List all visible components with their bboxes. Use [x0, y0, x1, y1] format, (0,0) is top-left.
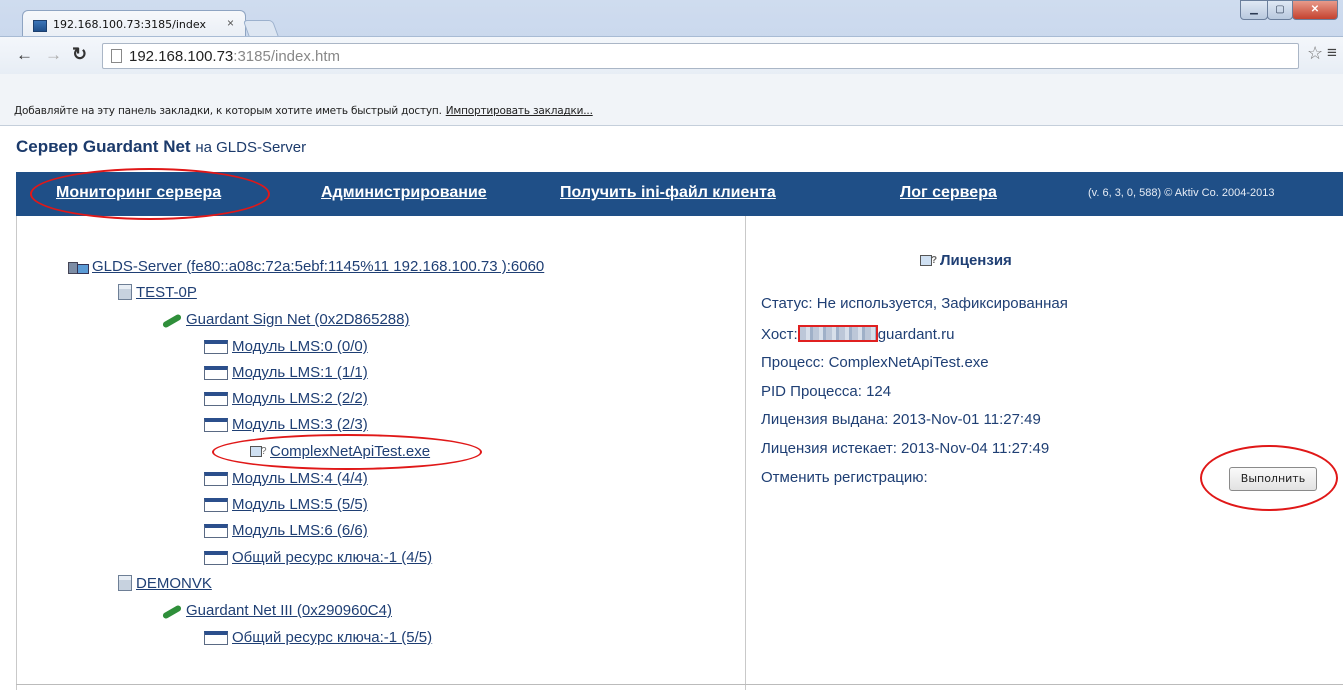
module-icon [204, 418, 228, 432]
tree-module-node[interactable]: Модуль LMS:5 (5/5) [204, 496, 368, 513]
back-arrow-icon[interactable]: ← [16, 45, 33, 65]
import-bookmarks-link[interactable]: Импортировать закладки... [446, 105, 593, 117]
host-icon [118, 284, 132, 300]
license-icon [920, 255, 937, 268]
maximize-icon[interactable]: ▢ [1267, 0, 1293, 20]
module-icon [204, 524, 228, 538]
bottom-rule [16, 684, 1343, 685]
close-tab-icon[interactable]: × [227, 16, 234, 30]
browser-toolbar: ← → ↻ 192.168.100.73:3185/index.htm ☆ ≡ [0, 36, 1343, 74]
url-text: 192.168.100.73:3185/index.htm [129, 48, 341, 65]
bookmark-star-icon[interactable]: ☆ [1307, 43, 1323, 64]
bookmarks-hint: Добавляйте на эту панель закладки, к кот… [14, 105, 593, 117]
redacted-host [797, 325, 878, 342]
tab-strip: 192.168.100.73:3185/index × ▁ ▢ ✕ [0, 0, 1343, 38]
tab-title: 192.168.100.73:3185/index [53, 18, 206, 31]
bookmarks-bar: Добавляйте на эту панель закладки, к кот… [0, 74, 1343, 126]
tree-host-node[interactable]: TEST-0P [118, 284, 197, 301]
license-issued: Лицензия выдана: 2013-Nov-01 11:27:49 [761, 411, 1041, 428]
tree-module-node[interactable]: Модуль LMS:2 (2/2) [204, 390, 368, 407]
tree-host-node[interactable]: DEMONVK [118, 575, 212, 592]
tree-module-node[interactable]: Общий ресурс ключа:-1 (4/5) [204, 549, 432, 566]
window-controls: ▁ ▢ ✕ [1240, 0, 1340, 22]
reload-icon[interactable]: ↻ [72, 44, 87, 65]
host-icon [118, 575, 132, 591]
license-status: Статус: Не используется, Зафиксированная [761, 295, 1068, 312]
tree-module-node[interactable]: Модуль LMS:3 (2/3) [204, 416, 368, 433]
unregister-label: Отменить регистрацию: [761, 469, 928, 486]
module-icon [204, 340, 228, 354]
license-expires: Лицензия истекает: 2013-Nov-04 11:27:49 [761, 440, 1050, 457]
module-icon [204, 631, 228, 645]
tree-module-node[interactable]: Модуль LMS:6 (6/6) [204, 522, 368, 539]
minimize-icon[interactable]: ▁ [1240, 0, 1268, 20]
module-icon [204, 366, 228, 380]
tree-client-node[interactable]: ComplexNetApiTest.exe [250, 443, 430, 460]
tree-module-node[interactable]: Модуль LMS:1 (1/1) [204, 364, 368, 381]
tree-module-node[interactable]: Модуль LMS:4 (4/4) [204, 470, 368, 487]
tree-server-node[interactable]: GLDS-Server (fe80::a08c:72a:5ebf:1145%11… [68, 258, 544, 275]
browser-tab[interactable]: 192.168.100.73:3185/index × [22, 10, 246, 38]
nav-server-log-link[interactable]: Лог сервера [900, 184, 997, 202]
license-title: Лицензия [920, 252, 1012, 269]
module-icon [204, 551, 228, 565]
module-icon [204, 392, 228, 406]
panel-divider [745, 216, 746, 690]
close-window-icon[interactable]: ✕ [1292, 0, 1338, 20]
menu-icon[interactable]: ≡ [1327, 43, 1337, 63]
license-host: Хост: guardant.ru [761, 325, 955, 343]
license-pid: PID Процесса: 124 [761, 383, 892, 400]
page-title: Сервер Guardant Net на GLDS-Server [16, 137, 307, 156]
page-icon [111, 49, 122, 63]
tree-key-node[interactable]: Guardant Sign Net (0x2D865288) [162, 311, 409, 328]
browser-chrome: 192.168.100.73:3185/index × ▁ ▢ ✕ ← → ↻ … [0, 0, 1343, 126]
server-icon [68, 260, 89, 274]
main-navbar: Мониторинг сервера Администрирование Пол… [16, 172, 1343, 216]
version-text: (v. 6, 3, 0, 588) © Aktiv Co. 2004-2013 [1088, 187, 1275, 199]
license-process: Процесс: ComplexNetApiTest.exe [761, 354, 989, 371]
nav-administration-link[interactable]: Администрирование [321, 184, 487, 202]
nav-monitoring-link[interactable]: Мониторинг сервера [56, 184, 221, 202]
favicon-icon [33, 20, 47, 32]
tree-module-node[interactable]: Общий ресурс ключа:-1 (5/5) [204, 629, 432, 646]
address-bar[interactable]: 192.168.100.73:3185/index.htm [102, 43, 1299, 69]
client-process-icon [250, 446, 267, 459]
module-icon [204, 498, 228, 512]
module-icon [204, 472, 228, 486]
tree-key-node[interactable]: Guardant Net III (0x290960C4) [162, 602, 392, 619]
nav-ini-file-link[interactable]: Получить ini-файл клиента [560, 184, 776, 202]
execute-button[interactable]: Выполнить [1229, 467, 1317, 491]
tree-module-node[interactable]: Модуль LMS:0 (0/0) [204, 338, 368, 355]
forward-arrow-icon[interactable]: → [45, 45, 62, 65]
